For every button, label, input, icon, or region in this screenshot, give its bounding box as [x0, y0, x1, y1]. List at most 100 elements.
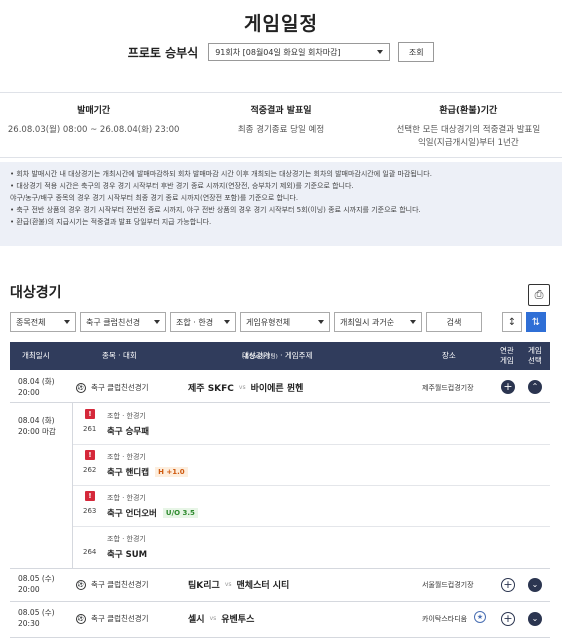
away-team: 맨체스터 시티	[236, 581, 290, 591]
chevron-down-icon	[64, 320, 70, 324]
competition-label: 축구 클럽친선경기	[91, 614, 149, 623]
list-item[interactable]: ! 262 조합 · 한경기 축구 핸디캡 H +1.0	[73, 444, 550, 486]
list-item[interactable]: ! 261 조합 · 한경기 축구 승무패	[73, 403, 550, 445]
table-row[interactable]: 08.05 (수) 20:00 ⚽ 축구 클럽친선경기 팀K리그 vs 맨체스터 시티 …	[10, 569, 550, 602]
refund-period-line-2: 익일(지급개시일)부터 1년간	[417, 138, 519, 148]
notice-box: • 회차 발매시간 내 대상경기는 개최시간에 발매마감하되 회차 발매마감 시…	[0, 162, 562, 246]
sport-filter[interactable]: 종목전체	[10, 312, 76, 332]
sort-icon: ↕	[507, 316, 517, 328]
table-header: 개최일시 종목 · 대회 대상경기 (홈팀vs원정팀) · 게임주제 장소 연관 게…	[10, 342, 550, 370]
competition: ⚽ 축구 클럽친선경기	[76, 579, 149, 590]
vs-label: vs	[209, 615, 217, 622]
sale-period-value: 26.08.03(월) 08:00 ~ 26.08.04(화) 23:00	[7, 125, 180, 135]
col-sport: 종목 · 대회	[102, 351, 137, 360]
league-filter[interactable]: 축구 클럽친선경	[80, 312, 166, 332]
plus-icon: +	[503, 578, 513, 591]
league-filter-value: 축구 클럽친선경	[86, 317, 141, 327]
alert-icon: !	[85, 491, 95, 501]
game-name-label: 축구 언더오버	[107, 509, 157, 519]
col-related-2: 게임	[500, 356, 514, 365]
chevron-down-icon: ⌄	[531, 580, 539, 589]
refund-period-line-1: 선택한 모든 대상경기의 적중결과 발표일	[396, 125, 541, 135]
sub-games: 08.04 (화) 20:00 마감 ! 261 조합 · 한경기 축구 승무패 …	[10, 403, 550, 569]
sort-desc-button[interactable]: ⇅	[526, 312, 546, 332]
game-type: 조합 · 한경기	[107, 412, 146, 420]
related-games-button[interactable]: +	[501, 578, 515, 592]
result-date-value: 최종 경기종료 당일 예정	[237, 125, 325, 135]
game-type: 조합 · 한경기	[107, 535, 146, 543]
game-name-label: 축구 핸디캡	[107, 468, 150, 478]
competition: ⚽ 축구 클럽친선경기	[76, 613, 149, 624]
order-filter[interactable]: 개최일시 과거순	[334, 312, 422, 332]
filter-bar: 종목전체 축구 클럽친선경 조합 · 한경 게임유형전체 개최일시 과거순 검색…	[10, 312, 546, 332]
table-row[interactable]: 08.04 (화) 20:00 ⚽ 축구 클럽친선경기 제주 SKFC vs 바이에른 …	[10, 372, 550, 403]
competition: ⚽ 축구 클럽친선경기	[76, 382, 149, 393]
chevron-down-icon	[224, 320, 230, 324]
away-team: 유벤투스	[221, 615, 255, 625]
sub-date: 08.04 (화)	[18, 416, 55, 425]
sub-deadline: 20:00 마감	[18, 427, 56, 436]
result-date-heading: 적중결과 발표일	[250, 106, 312, 116]
result-date: 적중결과 발표일 최종 경기종료 당일 예정	[187, 93, 374, 157]
sale-period: 발매기간 26.08.03(월) 08:00 ~ 26.08.04(화) 23:…	[0, 93, 187, 157]
match-teams: 팀K리그 vs 맨체스터 시티	[188, 578, 289, 591]
sale-period-heading: 발매기간	[77, 106, 111, 116]
col-select-1: 게임	[528, 346, 542, 355]
game-name: 축구 SUM	[107, 548, 147, 560]
chevron-down-icon	[377, 50, 384, 54]
match-time: 20:00	[18, 585, 40, 594]
col-related-1: 연관	[500, 346, 514, 355]
game-type-filter[interactable]: 게임유형전체	[240, 312, 330, 332]
competition-label: 축구 클럽친선경기	[91, 580, 149, 589]
printer-icon: ⎙	[534, 288, 544, 301]
match-teams: 제주 SKFC vs 바이에른 뮌헨	[188, 381, 303, 394]
soccer-ball-icon: ⚽	[76, 579, 86, 590]
plus-icon: +	[503, 612, 513, 625]
soccer-ball-icon: ⚽	[76, 382, 86, 393]
page-title: 게임일정	[244, 13, 318, 35]
print-button[interactable]: ⎙	[528, 284, 550, 306]
favorite-icon[interactable]: ★	[474, 611, 486, 623]
match-time: 20:00	[18, 388, 40, 397]
notice-line: • 회차 발매시간 내 대상경기는 개최시간에 발매마감하되 회차 발매마감 시…	[10, 170, 432, 178]
under-over-tag: U/O 3.5	[162, 508, 198, 518]
handicap-tag: H +1.0	[155, 467, 188, 477]
home-team: 제주 SKFC	[188, 384, 234, 394]
view-button[interactable]: 조회	[398, 42, 435, 62]
col-select-2: 선택	[528, 356, 542, 365]
venue: 카이탁스타디움	[422, 615, 468, 623]
match-datetime: 08.05 (수) 20:00	[18, 573, 55, 595]
match-date: 08.04 (화)	[18, 377, 55, 386]
game-type-filter-value: 게임유형전체	[246, 317, 291, 327]
sort-asc-button[interactable]: ↕	[502, 312, 522, 332]
game-type: 조합 · 한경기	[107, 494, 146, 502]
match-datetime: 08.05 (수) 20:30	[18, 607, 55, 629]
related-games-button[interactable]: +	[501, 380, 515, 394]
game-number: 263	[83, 507, 97, 515]
search-button[interactable]: 검색	[426, 312, 482, 332]
round-select[interactable]: 91회차 [08월04일 화요일 회차마감]	[208, 43, 391, 61]
match-teams: 셀시 vs 유벤투스	[188, 612, 254, 625]
table-row[interactable]: 08.05 (수) 20:30 ⚽ 축구 클럽친선경기 셀시 vs 유벤투스 카이탁스타…	[10, 603, 550, 638]
alert-icon: !	[85, 450, 95, 460]
expand-button[interactable]: ⌃	[528, 380, 542, 394]
home-team: 팀K리그	[188, 581, 220, 591]
related-games-button[interactable]: +	[501, 612, 515, 626]
game-name-label: 축구 승무패	[107, 427, 150, 437]
expand-button[interactable]: ⌄	[528, 578, 542, 592]
notice-line: • 축구 전반 상품의 경우 경기 시작부터 전반전 종료 시까지, 야구 전반…	[10, 206, 421, 214]
venue: 서울월드컵경기장	[422, 581, 474, 589]
section-title: 대상경기	[10, 285, 62, 301]
list-item[interactable]: 264 조합 · 한경기 축구 SUM	[73, 526, 550, 567]
game-name: 축구 핸디캡 H +1.0	[107, 466, 188, 478]
list-item[interactable]: ! 263 조합 · 한경기 축구 언더오버 U/O 3.5	[73, 485, 550, 527]
match-date: 08.05 (수)	[18, 574, 55, 583]
combo-filter[interactable]: 조합 · 한경	[170, 312, 236, 332]
soccer-ball-icon: ⚽	[76, 613, 86, 624]
col-match: 대상경기 (홈팀vs원정팀) · 게임주제	[242, 342, 312, 371]
col-date: 개최일시	[22, 351, 50, 360]
col-match-label: 대상경기	[242, 351, 270, 360]
alert-icon: !	[85, 409, 95, 419]
expand-button[interactable]: ⌄	[528, 612, 542, 626]
refund-period-heading: 환급(환불)기간	[439, 106, 498, 116]
